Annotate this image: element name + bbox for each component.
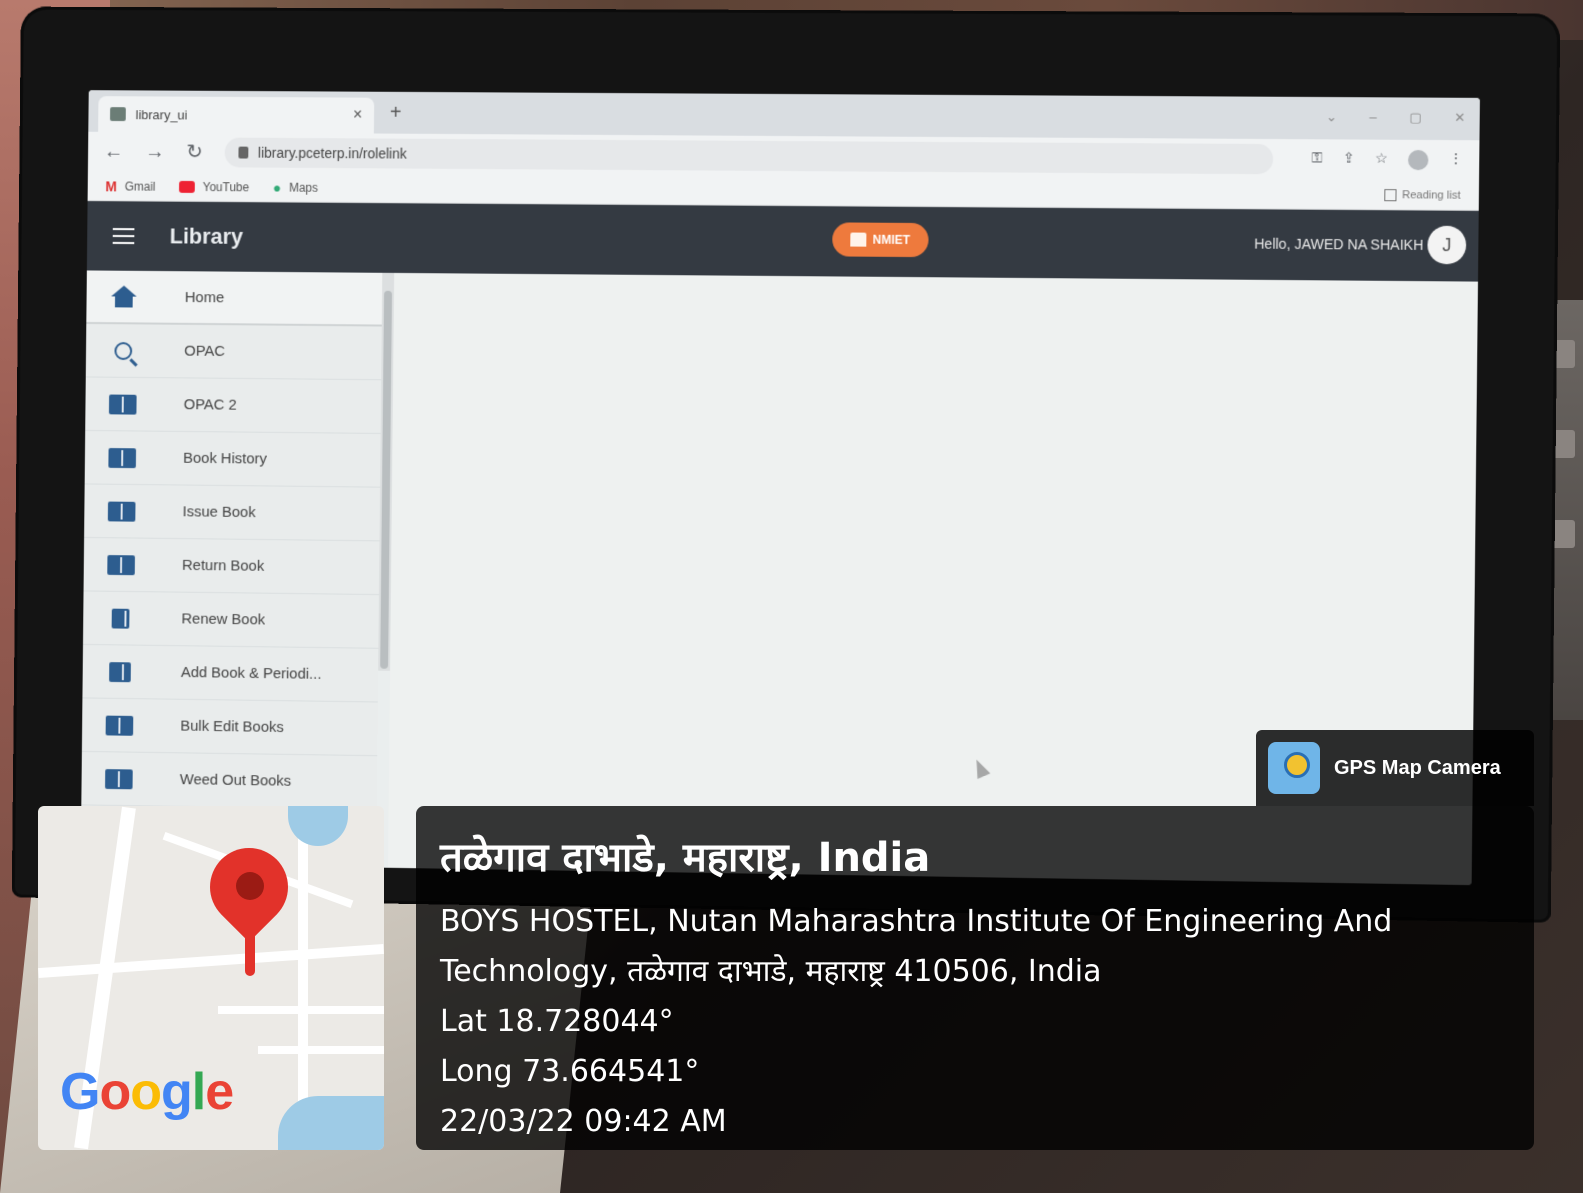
sidebar-item-add-book[interactable]: Add Book & Periodi...	[82, 644, 379, 703]
google-logo: Google	[60, 1063, 234, 1121]
reading-list-label: Reading list	[1402, 188, 1461, 202]
lock-icon	[238, 146, 249, 159]
window-controls: ⌄ – ▢ ✕	[1326, 109, 1466, 126]
reading-list-button[interactable]: Reading list	[1383, 188, 1461, 202]
app-header: Library NMIET Hello, JAWED NA SHAIKH J	[86, 201, 1479, 282]
close-icon[interactable]: ×	[353, 107, 362, 125]
sidebar-item-weed-out[interactable]: Weed Out Books	[81, 751, 378, 810]
sidebar-item-return-book[interactable]: Return Book	[83, 537, 380, 596]
bookmark-maps[interactable]: ● Maps	[273, 179, 318, 195]
bookmark-gmail[interactable]: M Gmail	[105, 178, 155, 194]
chevron-down-icon[interactable]: ⌄	[1326, 109, 1337, 125]
forward-icon[interactable]: →	[145, 141, 165, 163]
youtube-icon	[179, 180, 195, 193]
address-line-1: BOYS HOSTEL, Nutan Maharashtra Institute…	[440, 904, 1393, 939]
org-badge[interactable]: NMIET	[832, 222, 929, 258]
browser-tab[interactable]: library_ui ×	[98, 96, 375, 134]
book-icon	[105, 713, 134, 737]
avatar[interactable]: J	[1427, 225, 1467, 265]
mouse-cursor-icon	[970, 756, 991, 780]
bookmark-label: Maps	[288, 180, 319, 195]
profile-icon[interactable]	[1407, 149, 1429, 171]
photo-background: l9ka library_ui × + ⌄ – ▢ ✕ ← → ↻	[0, 0, 1583, 1193]
kebab-menu-icon[interactable]: ⋮	[1449, 150, 1463, 170]
sidebar-item-bulk-edit[interactable]: Bulk Edit Books	[81, 698, 378, 757]
star-icon[interactable]: ☆	[1375, 150, 1388, 170]
tab-title: library_ui	[135, 106, 188, 122]
sidebar-item-opac-2[interactable]: OPAC 2	[85, 377, 382, 434]
user-greeting: Hello, JAWED NA SHAIKH	[1254, 235, 1424, 253]
latitude: Lat 18.728044°	[440, 1004, 674, 1039]
sidebar-item-label: Renew Book	[181, 610, 266, 629]
book-icon	[108, 446, 137, 470]
sidebar-item-label: Add Book & Periodi...	[180, 664, 322, 683]
sidebar-item-label: Weed Out Books	[179, 771, 292, 790]
url-text: library.pceterp.in/rolelink	[257, 144, 407, 162]
favicon-icon	[110, 107, 126, 122]
sidebar-item-label: Home	[184, 288, 225, 306]
map-pin-icon: ●	[272, 179, 282, 196]
book-add-icon	[106, 660, 134, 684]
sidebar: Home OPAC OPAC 2 Book History Issue Book	[80, 270, 383, 870]
sidebar-item-label: Return Book	[181, 556, 265, 575]
location-title: तळेगाव दाभाडे, महाराष्ट्र, India	[440, 835, 931, 881]
sidebar-item-label: Issue Book	[182, 503, 256, 522]
bookmark-icon	[107, 606, 135, 630]
bookmark-youtube[interactable]: YouTube	[179, 179, 250, 194]
map-thumbnail: Google	[38, 806, 384, 1150]
new-tab-button[interactable]: +	[390, 102, 402, 125]
gmail-icon: M	[105, 177, 117, 194]
book-icon	[105, 767, 133, 791]
sidebar-item-issue-book[interactable]: Issue Book	[84, 484, 381, 542]
institution-icon	[850, 232, 867, 247]
reload-icon[interactable]: ↻	[186, 141, 203, 163]
gps-camera-tag: GPS Map Camera	[1256, 730, 1534, 806]
org-badge-label: NMIET	[872, 232, 911, 247]
sidebar-item-label: OPAC 2	[183, 396, 237, 414]
share-icon[interactable]: ⇪	[1343, 150, 1355, 170]
location-info-panel: तळेगाव दाभाडे, महाराष्ट्र, India BOYS HO…	[416, 806, 1534, 1150]
book-icon	[107, 553, 135, 577]
app-title: Library	[169, 223, 244, 249]
hamburger-menu-icon[interactable]	[112, 228, 135, 245]
sidebar-item-renew-book[interactable]: Renew Book	[82, 591, 379, 649]
maximize-icon[interactable]: ▢	[1409, 110, 1422, 126]
toolbar-icons: ⚿ ⇪ ☆ ⋮	[1312, 149, 1463, 171]
home-icon	[110, 285, 138, 309]
map-pin-tail	[245, 916, 255, 976]
sidebar-item-label: OPAC	[184, 342, 226, 360]
sidebar-item-label: Book History	[183, 449, 267, 468]
longitude: Long 73.664541°	[440, 1054, 700, 1089]
bookmark-label: YouTube	[202, 179, 250, 194]
key-icon[interactable]: ⚿	[1312, 149, 1323, 169]
gps-camera-icon	[1268, 742, 1320, 794]
reading-list-icon	[1383, 188, 1397, 201]
book-icon	[107, 499, 136, 523]
sidebar-item-opac[interactable]: OPAC	[85, 323, 382, 381]
datetime: 22/03/22 09:42 AM	[440, 1104, 727, 1139]
back-icon[interactable]: ←	[104, 141, 124, 163]
search-icon	[109, 339, 137, 363]
sidebar-item-book-history[interactable]: Book History	[84, 430, 381, 488]
sidebar-item-home[interactable]: Home	[86, 270, 383, 327]
map-pin-dot	[236, 872, 264, 900]
gps-brand-label: GPS Map Camera	[1334, 756, 1501, 779]
minimize-icon[interactable]: –	[1369, 109, 1377, 125]
sidebar-item-label: Bulk Edit Books	[180, 717, 284, 736]
bookmark-label: Gmail	[124, 179, 156, 194]
book-icon	[108, 392, 137, 416]
address-bar[interactable]: library.pceterp.in/rolelink	[224, 137, 1274, 175]
window-close-icon[interactable]: ✕	[1454, 110, 1465, 126]
address-line-2: Technology, तळेगाव दाभाडे, महाराष्ट्र 41…	[440, 954, 1102, 989]
